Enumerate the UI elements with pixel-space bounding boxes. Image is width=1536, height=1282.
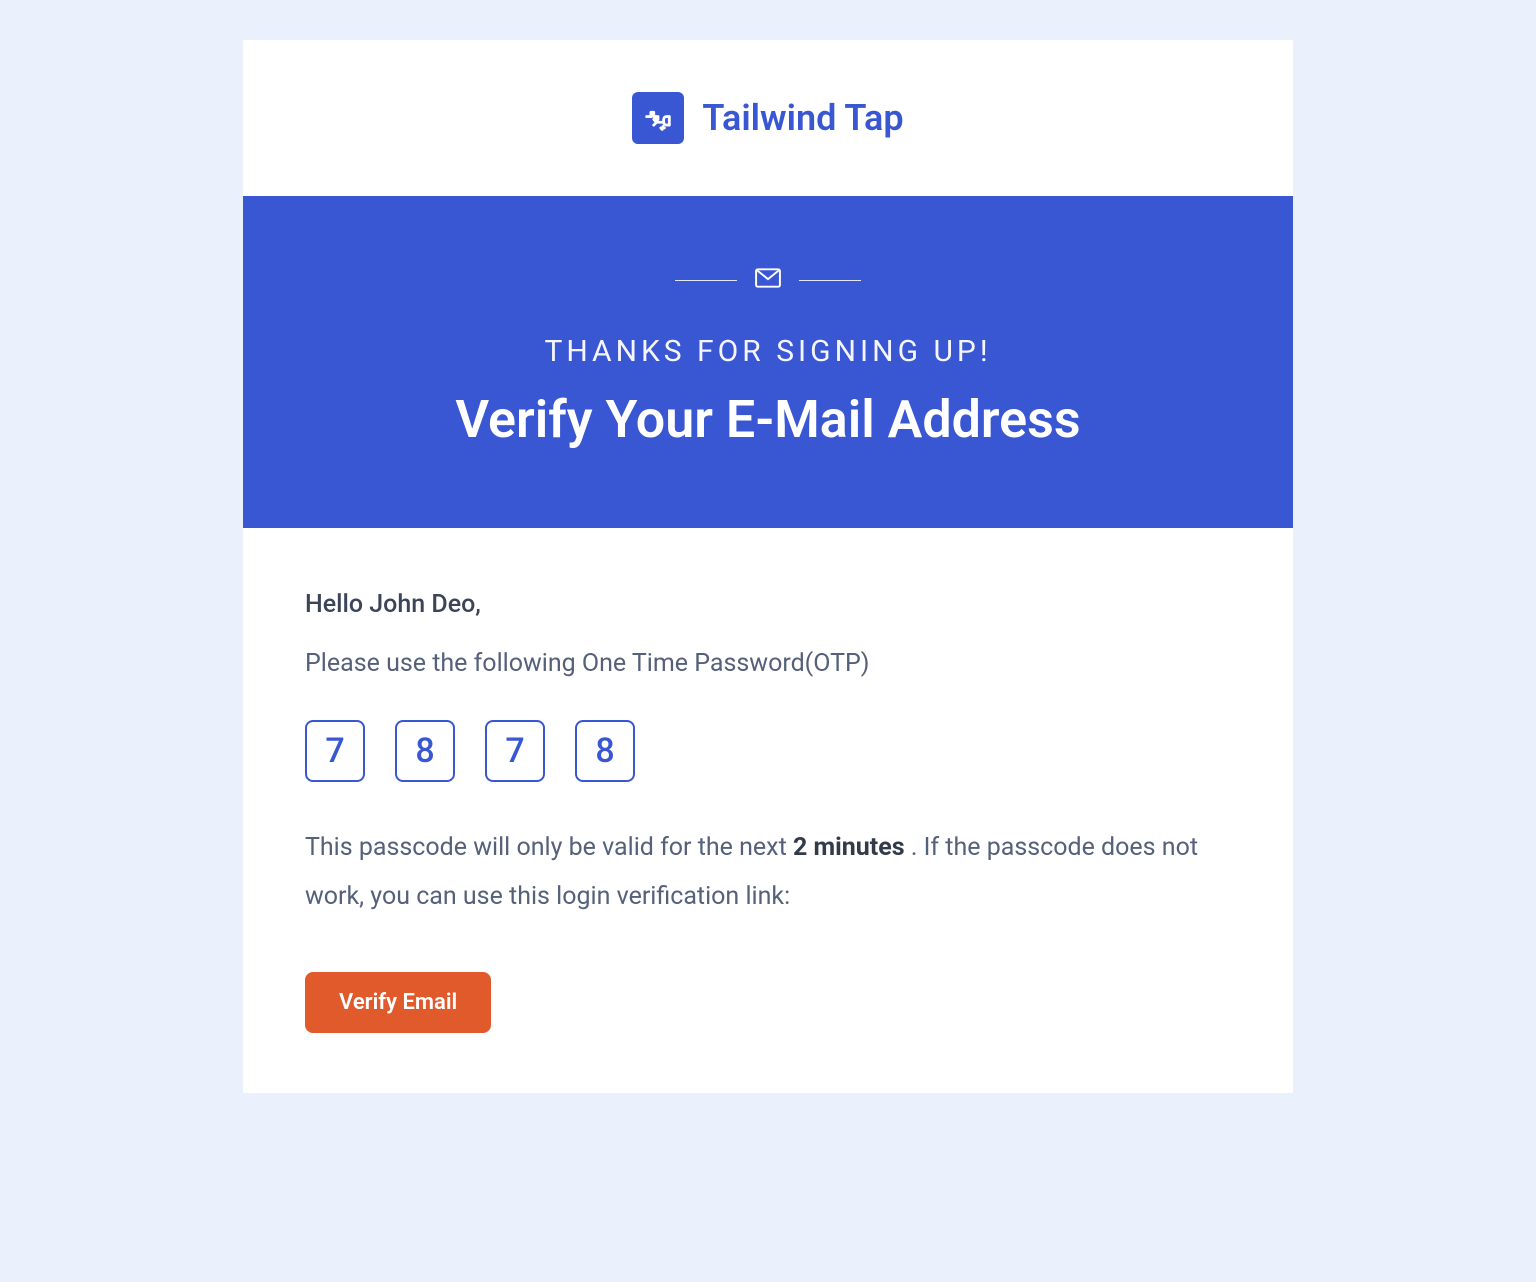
hero-subtitle: THANKS FOR SIGNING UP! [283,334,1253,369]
mail-icon [755,268,781,292]
note-duration: 2 minutes [793,833,905,862]
otp-digit: 8 [395,720,455,782]
greeting-text: Hello John Deo, [305,590,1231,619]
hero-banner: THANKS FOR SIGNING UP! Verify Your E-Mai… [243,196,1293,528]
mail-icon-row [283,268,1253,292]
brand-name: Tailwind Tap [702,97,903,139]
note-prefix: This passcode will only be valid for the… [305,833,793,862]
otp-digit: 8 [575,720,635,782]
instruction-text: Please use the following One Time Passwo… [305,649,1231,678]
hero-title: Verify Your E-Mail Address [283,389,1253,450]
divider-line [799,280,861,281]
otp-digit: 7 [305,720,365,782]
divider-line [675,280,737,281]
body-section: Hello John Deo, Please use the following… [243,528,1293,1093]
otp-digit: 7 [485,720,545,782]
tap-logo-icon [632,92,684,144]
otp-row: 7 8 7 8 [305,720,1231,782]
email-card: Tailwind Tap THANKS FOR SIGNING UP! Veri… [243,40,1293,1093]
validity-note: This passcode will only be valid for the… [305,824,1231,922]
verify-email-button[interactable]: Verify Email [305,972,491,1033]
header: Tailwind Tap [243,40,1293,196]
